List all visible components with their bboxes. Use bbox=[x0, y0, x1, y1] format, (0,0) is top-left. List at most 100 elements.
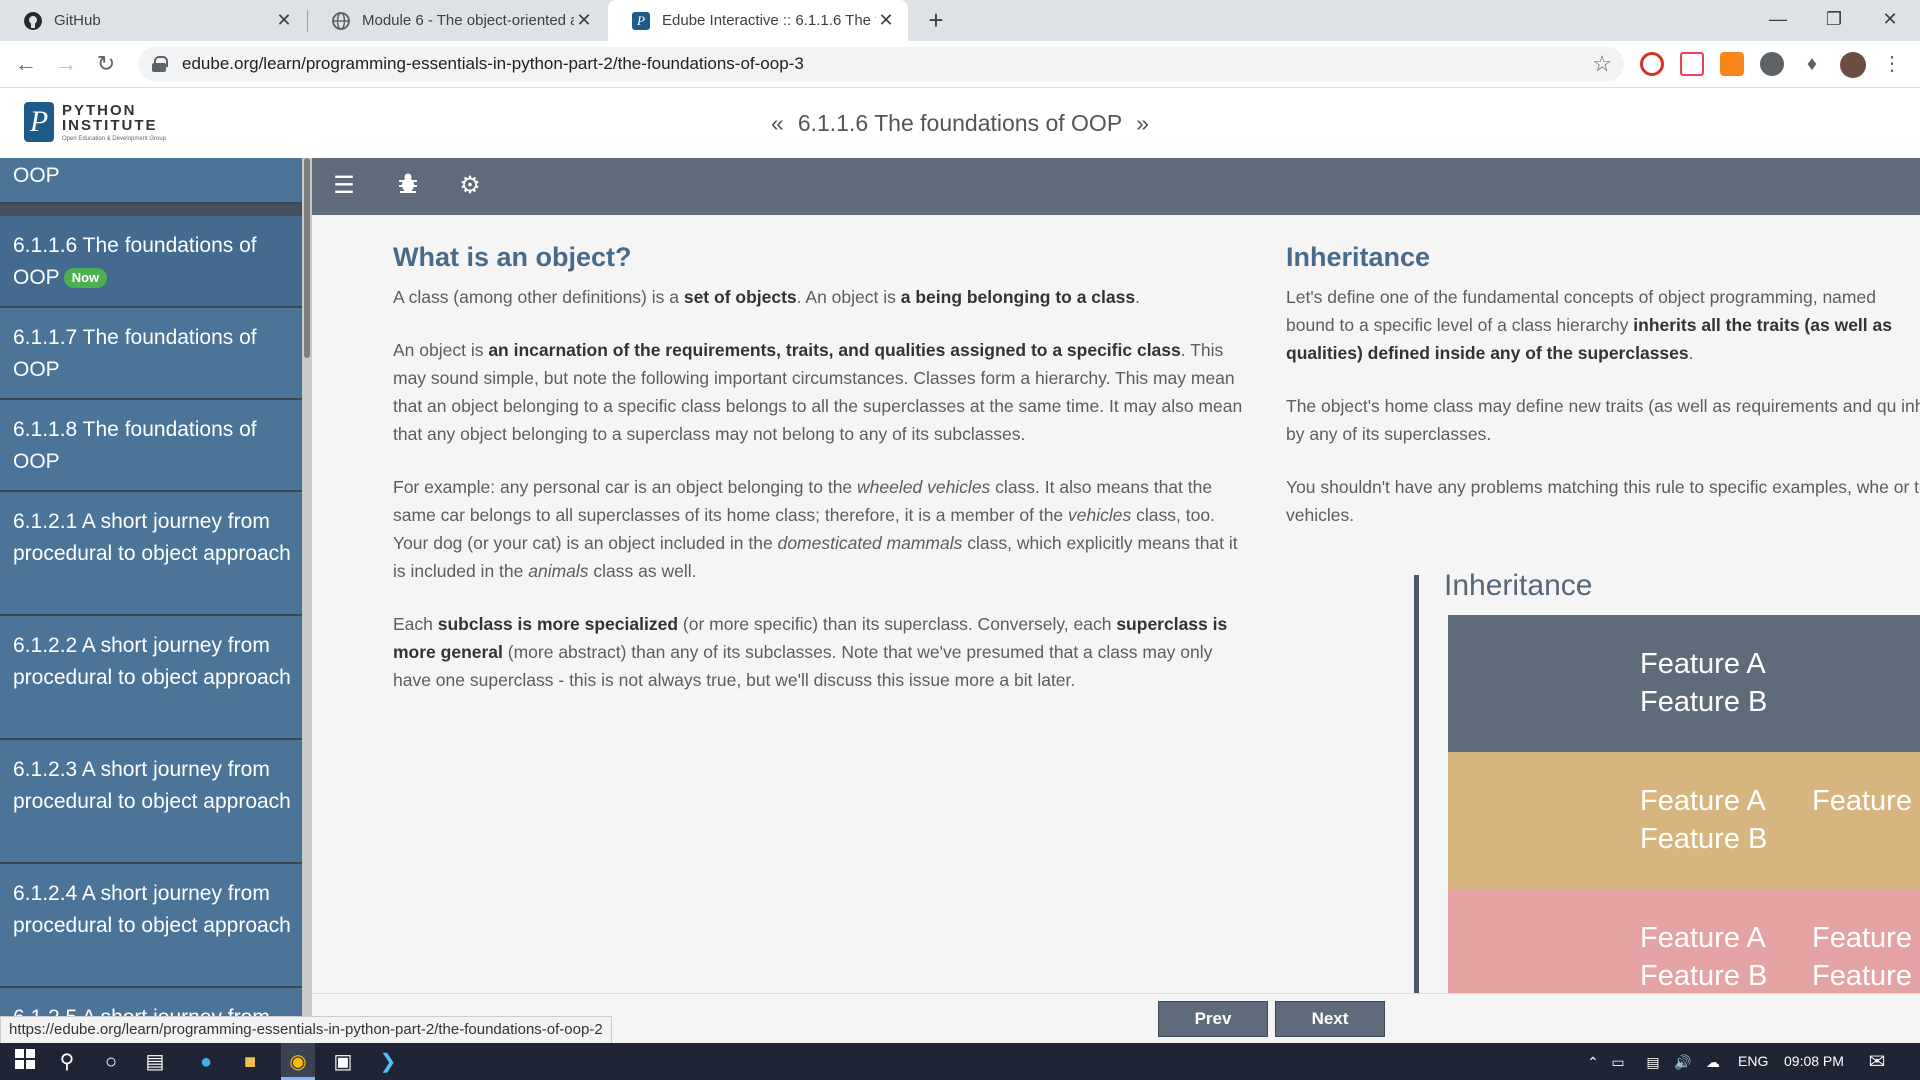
bold-text: set of objects bbox=[683, 287, 797, 307]
tab-title: GitHub bbox=[54, 12, 101, 29]
close-window-button[interactable]: ✕ bbox=[1862, 0, 1918, 41]
globe-icon bbox=[332, 11, 350, 30]
sidebar-scrollbar-thumb[interactable] bbox=[304, 158, 310, 358]
now-badge: Now bbox=[63, 268, 108, 289]
feature-label: Feature bbox=[1812, 960, 1912, 992]
reload-icon[interactable]: ↻ bbox=[90, 48, 122, 80]
address-bar[interactable]: edube.org/learn/programming-essentials-i… bbox=[138, 47, 1624, 81]
store-icon[interactable]: ▣ bbox=[330, 1049, 356, 1075]
battery-icon[interactable]: ▭ bbox=[1605, 1049, 1631, 1075]
sidebar-item[interactable]: 6.1.1.5 The foundations of OOP bbox=[0, 158, 302, 204]
italic-text: domesticated mammals bbox=[777, 533, 963, 553]
menu-icon[interactable]: ☰ bbox=[330, 172, 358, 200]
right-column: Inheritance Let's define one of the fund… bbox=[1286, 239, 1920, 554]
paragraph: You shouldn't have any problems matching… bbox=[1286, 477, 1920, 525]
sidebar-item-label: 6.1.1.8 The foundations of OOP bbox=[13, 418, 257, 473]
text-span: Let's define one of the fundamental conc… bbox=[1286, 287, 1876, 307]
paragraph: Each subclass is more specialized (or mo… bbox=[393, 610, 1249, 694]
tab-github[interactable]: GitHub ✕ bbox=[0, 0, 306, 41]
sidebar-item[interactable]: 6.1.2.4 A short journey from procedural … bbox=[0, 864, 302, 988]
language-indicator[interactable]: ENG bbox=[1738, 1053, 1768, 1069]
github-icon bbox=[24, 11, 42, 30]
sidebar-item-label: 6.1.2.1 A short journey from procedural … bbox=[13, 510, 291, 565]
paragraph: For example: any personal car is an obje… bbox=[393, 473, 1249, 585]
new-tab-button[interactable]: + bbox=[922, 6, 950, 34]
diagram-block-subclass: Feature A Feature B Feature bbox=[1448, 752, 1920, 889]
link-status-bubble: https://edube.org/learn/programming-esse… bbox=[0, 1016, 612, 1044]
diagram-block-sub-subclass: Feature A Feature B Feature Feature bbox=[1448, 889, 1920, 993]
bold-text: an incarnation of the requirements, trai… bbox=[488, 340, 1181, 360]
text-span: class as well. bbox=[588, 561, 697, 581]
back-arrow-icon[interactable]: ← bbox=[10, 48, 42, 80]
close-icon[interactable]: ✕ bbox=[274, 10, 294, 31]
pocket-icon[interactable] bbox=[1680, 52, 1704, 76]
bookmark-star-icon[interactable]: ☆ bbox=[1592, 51, 1612, 77]
bold-text: subclass is more specialized bbox=[437, 614, 679, 634]
puzzle-icon[interactable]: ♦ bbox=[1800, 52, 1824, 76]
bug-icon[interactable] bbox=[394, 172, 422, 200]
sidebar-item-label: 6.1.2.4 A short journey from procedural … bbox=[13, 882, 291, 937]
file-explorer-icon[interactable]: ■ bbox=[237, 1049, 263, 1075]
sidebar-item[interactable]: 6.1.2.3 A short journey from procedural … bbox=[0, 740, 302, 864]
notifications-icon[interactable]: ✉ bbox=[1864, 1049, 1890, 1075]
next-button[interactable]: Next bbox=[1275, 1001, 1385, 1037]
powershell-icon[interactable]: ❯ bbox=[375, 1049, 401, 1075]
onedrive-icon[interactable]: ☁ bbox=[1700, 1049, 1726, 1075]
tab-module-6[interactable]: Module 6 - The object-oriented a ✕ bbox=[308, 0, 606, 41]
browser-tab-strip: GitHub ✕ Module 6 - The object-oriented … bbox=[0, 0, 1920, 41]
sidebar-item[interactable]: 6.1.1.7 The foundations of OOP bbox=[0, 308, 302, 400]
next-page-arrow[interactable]: » bbox=[1136, 110, 1149, 137]
task-view-icon[interactable]: ▤ bbox=[142, 1049, 168, 1075]
prev-page-arrow[interactable]: « bbox=[771, 110, 784, 137]
clock[interactable]: 09:08 PM bbox=[1784, 1053, 1844, 1069]
diagram-title: Inheritance bbox=[1444, 569, 1593, 602]
blocked-icon[interactable] bbox=[1640, 52, 1664, 76]
minimize-button[interactable]: — bbox=[1750, 0, 1806, 41]
feature-label: Feature B bbox=[1640, 686, 1768, 718]
italic-text: animals bbox=[528, 561, 589, 581]
forward-arrow-icon[interactable]: → bbox=[50, 48, 82, 80]
feature-label: Feature bbox=[1812, 922, 1912, 954]
sidebar-item-label: 6.1.2.3 A short journey from procedural … bbox=[13, 758, 291, 813]
page-title: 6.1.1.6 The foundations of OOP bbox=[797, 110, 1123, 136]
diagram-axis-line bbox=[1414, 575, 1419, 993]
inheritance-diagram: Inheritance Feature A Feature B Feature A… bbox=[1414, 569, 1920, 993]
metamask-icon[interactable] bbox=[1720, 52, 1744, 76]
site-header: P PYTHON INSTITUTE Open Education & Deve… bbox=[0, 88, 1920, 158]
text-span: A class (among other definitions) is a bbox=[393, 287, 684, 307]
prev-button[interactable]: Prev bbox=[1158, 1001, 1268, 1037]
close-icon[interactable]: ✕ bbox=[574, 10, 594, 31]
network-icon[interactable]: ▤ bbox=[1640, 1049, 1666, 1075]
lock-icon bbox=[152, 56, 168, 72]
chrome-icon[interactable]: ◉ bbox=[285, 1049, 311, 1075]
profile-avatar[interactable] bbox=[1840, 52, 1866, 78]
edge-icon[interactable]: ● bbox=[193, 1049, 219, 1075]
bug-icon-svg bbox=[399, 173, 417, 193]
windows-logo bbox=[15, 1049, 35, 1069]
sidebar-item[interactable]: 6.1.2.1 A short journey from procedural … bbox=[0, 492, 302, 616]
circle-icon[interactable] bbox=[1760, 52, 1784, 76]
sidebar-item[interactable]: 6.1.2.5 A short journey from bbox=[0, 988, 302, 1018]
text-span: bound to a specific level of a class hie… bbox=[1286, 315, 1634, 335]
italic-text: vehicles bbox=[1068, 505, 1132, 525]
restore-button[interactable]: ❐ bbox=[1806, 0, 1862, 41]
sidebar-item-current[interactable]: 6.1.1.6 The foundations of OOP Now bbox=[0, 216, 302, 308]
volume-icon[interactable]: 🔊 bbox=[1670, 1049, 1696, 1075]
gear-icon[interactable]: ⚙ bbox=[456, 172, 484, 200]
windows-start-icon[interactable] bbox=[12, 1049, 38, 1075]
sidebar-item-label: 6.1.1.7 The foundations of OOP bbox=[13, 326, 257, 381]
close-icon[interactable]: ✕ bbox=[876, 10, 896, 31]
more-menu-icon[interactable]: ⋮ bbox=[1880, 52, 1904, 76]
diagram-block-superclass: Feature A Feature B bbox=[1448, 615, 1920, 752]
feature-label: Feature A bbox=[1640, 922, 1766, 954]
sidebar-item[interactable]: 6.1.2.2 A short journey from procedural … bbox=[0, 616, 302, 740]
windows-taskbar: ⚲ ○ ▤ ● ■ ◉ ▣ ❯ ⌃ ▭ ▤ 🔊 ☁ ENG 09:08 PM ✉ bbox=[0, 1043, 1920, 1080]
sidebar-item[interactable]: 6.1.1.8 The foundations of OOP bbox=[0, 400, 302, 492]
section-heading: Inheritance bbox=[1286, 242, 1431, 272]
cortana-icon[interactable]: ○ bbox=[98, 1049, 124, 1075]
tab-edube[interactable]: P Edube Interactive :: 6.1.1.6 The fo ✕ bbox=[608, 0, 908, 41]
search-icon[interactable]: ⚲ bbox=[54, 1049, 80, 1075]
feature-label: Feature B bbox=[1640, 823, 1768, 855]
feature-label: Feature B bbox=[1640, 960, 1768, 992]
chevron-up-icon[interactable]: ⌃ bbox=[1580, 1049, 1606, 1075]
